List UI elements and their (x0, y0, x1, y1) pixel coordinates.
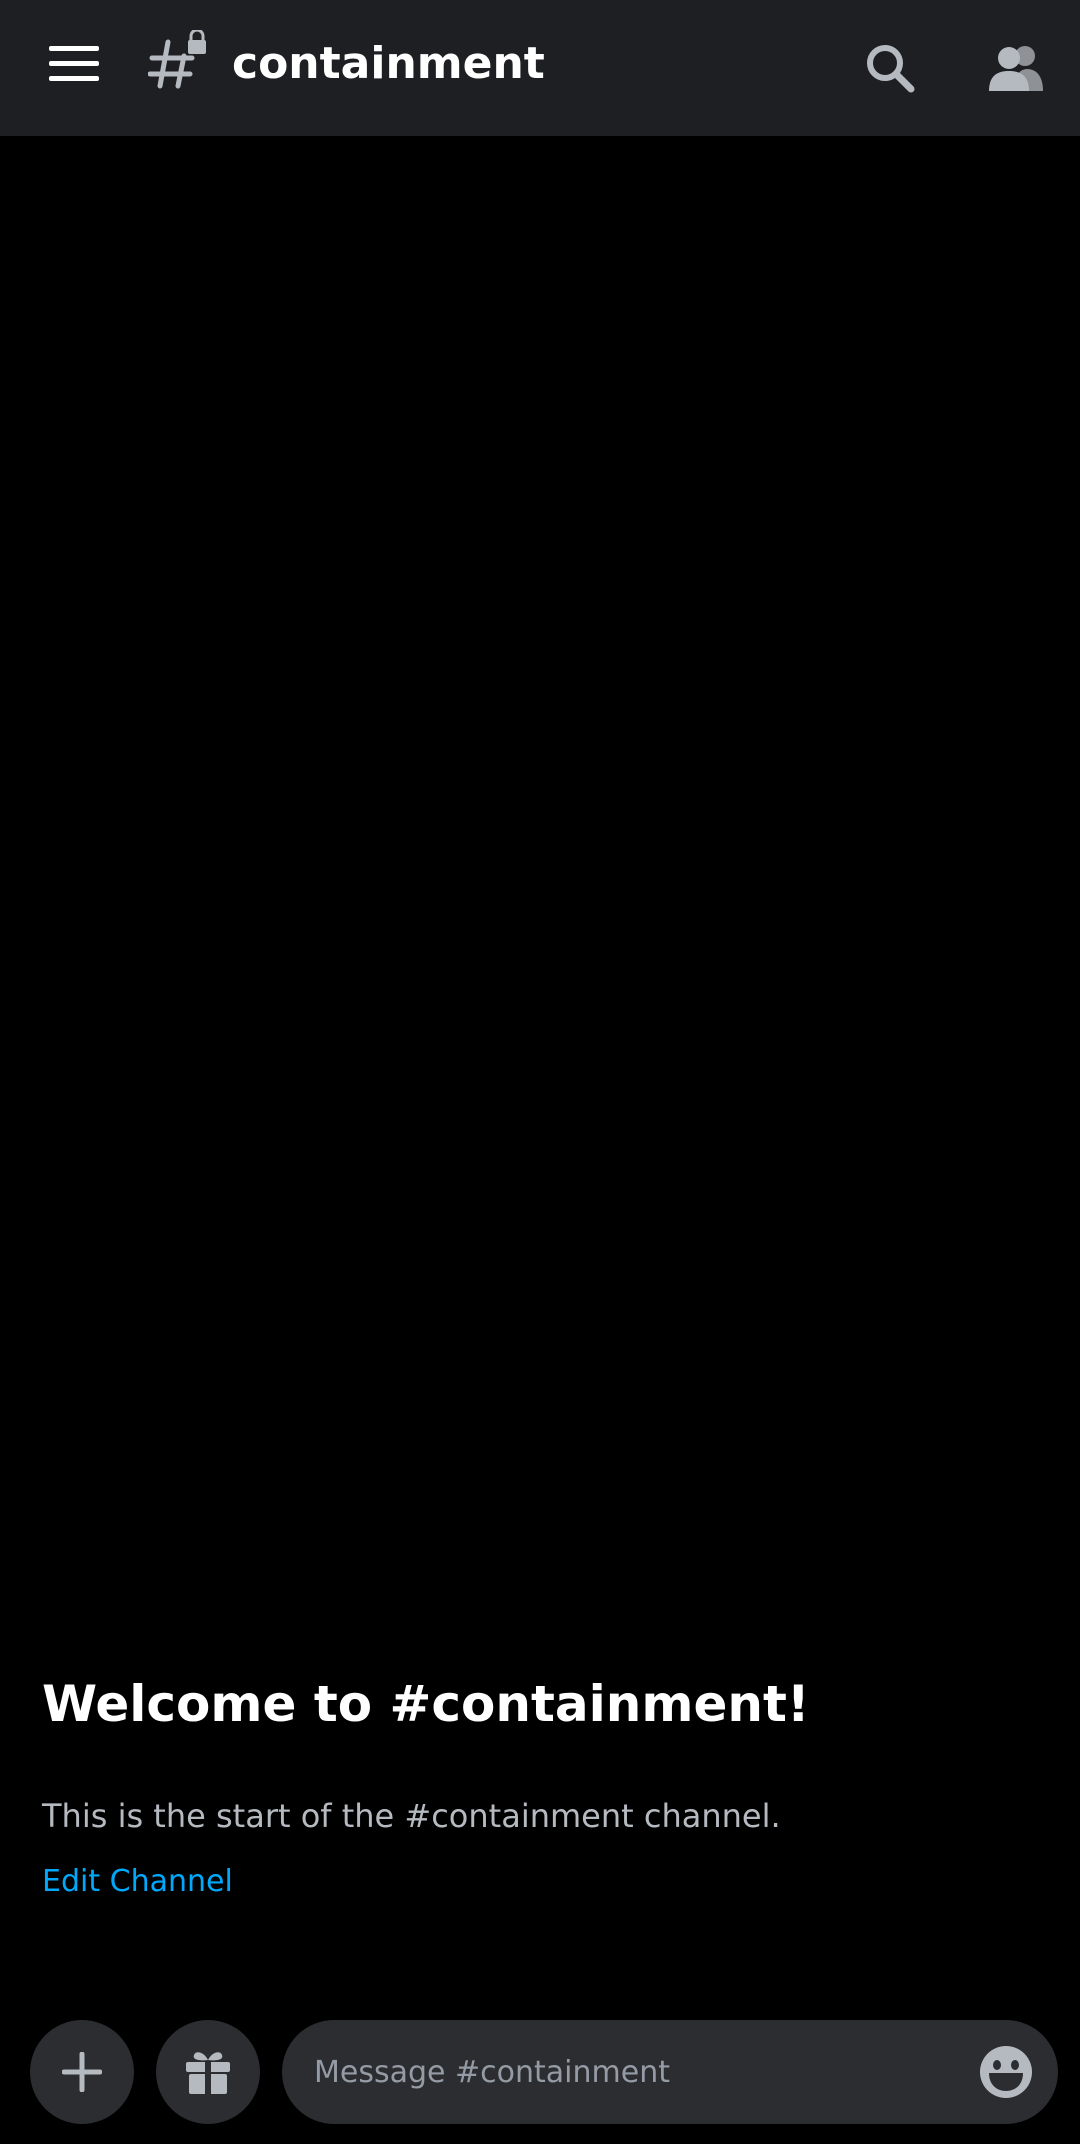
channel-header: containment (0, 0, 1080, 136)
search-icon (867, 45, 915, 93)
members-icon (989, 46, 1043, 91)
message-input[interactable] (314, 2042, 934, 2102)
search-button[interactable] (850, 28, 930, 108)
emoji-button[interactable] (976, 2042, 1036, 2102)
emoji-icon (980, 2046, 1032, 2098)
plus-icon (62, 2052, 102, 2092)
welcome-subtitle: This is the start of the #containment ch… (42, 1797, 781, 1835)
channel-title[interactable]: containment (232, 34, 545, 94)
locked-hashtag-icon (147, 28, 212, 94)
gift-button[interactable] (156, 2020, 260, 2124)
edit-channel-link[interactable]: Edit Channel (42, 1860, 233, 1904)
hamburger-menu-icon (49, 46, 99, 81)
welcome-title: Welcome to #containment! (42, 1675, 810, 1733)
menu-button[interactable] (34, 32, 114, 96)
message-composer (282, 2020, 1058, 2124)
attach-button[interactable] (30, 2020, 134, 2124)
gift-icon (186, 2052, 230, 2094)
members-button[interactable] (976, 28, 1056, 108)
